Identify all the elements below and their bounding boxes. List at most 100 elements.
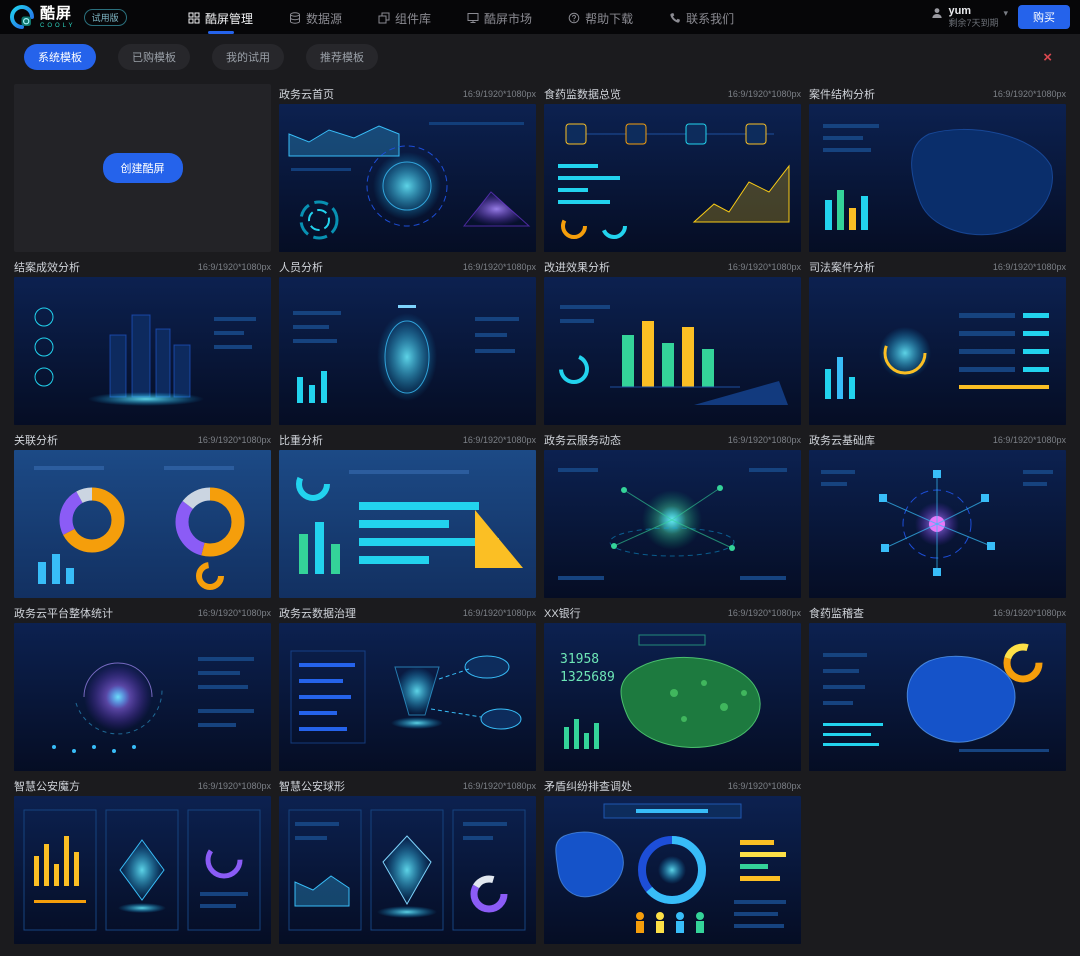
template-card[interactable]: 人员分析16:9/1920*1080px <box>279 257 536 425</box>
template-size: 16:9/1920*1080px <box>463 89 536 99</box>
template-size: 16:9/1920*1080px <box>993 435 1066 445</box>
template-card[interactable]: 政务云服务动态16:9/1920*1080px <box>544 430 801 598</box>
template-card-header: XX银行16:9/1920*1080px <box>544 603 801 623</box>
template-thumbnail[interactable] <box>544 277 801 425</box>
template-thumbnail[interactable] <box>809 104 1066 252</box>
template-title: 改进效果分析 <box>544 259 610 275</box>
template-card-header: 政务云数据治理16:9/1920*1080px <box>279 603 536 623</box>
user-expiry: 剩余7天到期 <box>948 18 998 29</box>
template-size: 16:9/1920*1080px <box>728 781 801 791</box>
components-icon <box>378 12 390 24</box>
nav-item-label: 联系我们 <box>686 10 734 27</box>
template-card[interactable]: 司法案件分析 16:9/1920*1080px <box>809 257 1066 425</box>
template-thumbnail[interactable] <box>279 277 536 425</box>
filter-tab-3[interactable]: 推荐模板 <box>306 44 378 70</box>
template-thumbnail[interactable] <box>14 623 271 771</box>
template-card-header: 关联分析16:9/1920*1080px <box>14 430 271 450</box>
template-card[interactable]: 结案成效分析16:9/1920*1080px <box>14 257 271 425</box>
template-thumbnail[interactable] <box>279 450 536 598</box>
nav-item-4[interactable]: 帮助下载 <box>568 1 633 34</box>
template-title: 政务云平台整体统计 <box>14 605 113 621</box>
template-card-header: 改进效果分析16:9/1920*1080px <box>544 257 801 277</box>
logo[interactable]: 酷屏 COOLY 试用版 <box>10 5 160 29</box>
nav-item-label: 帮助下载 <box>585 10 633 27</box>
template-card-header: 智慧公安魔方16:9/1920*1080px <box>14 776 271 796</box>
template-thumbnail[interactable] <box>809 623 1066 771</box>
template-thumbnail[interactable] <box>544 450 801 598</box>
template-size: 16:9/1920*1080px <box>993 608 1066 618</box>
buy-button[interactable]: 购买 <box>1018 5 1070 29</box>
template-card-header: 结案成效分析16:9/1920*1080px <box>14 257 271 277</box>
template-card[interactable]: 比重分析16:9/1920*1080px <box>279 430 536 598</box>
template-card[interactable]: 矛盾纠纷排查调处 16:9/1920*1080px <box>544 776 801 944</box>
template-title: 政务云服务动态 <box>544 432 621 448</box>
template-card[interactable]: 政务云平台整体统计 16:9/1920*1080px <box>14 603 271 771</box>
template-card[interactable]: 政务云首页16:9/1920*1080px <box>279 84 536 252</box>
nav-item-5[interactable]: 联系我们 <box>669 1 734 34</box>
filter-tab-0[interactable]: 系统模板 <box>24 44 96 70</box>
template-card[interactable]: 食药监稽查 16:9/1920*1080px <box>809 603 1066 771</box>
template-title: XX银行 <box>544 605 581 621</box>
filter-tab-1[interactable]: 已购模板 <box>118 44 190 70</box>
template-thumbnail[interactable] <box>809 450 1066 598</box>
template-title: 矛盾纠纷排查调处 <box>544 778 632 794</box>
template-card[interactable]: 智慧公安魔方16:9/1920*1080px <box>14 776 271 944</box>
template-card[interactable]: 案件结构分析16:9/1920*1080px <box>809 84 1066 252</box>
template-card[interactable]: 智慧公安球形 16:9/1920*1080px <box>279 776 536 944</box>
template-thumbnail[interactable] <box>279 623 536 771</box>
cooly-logo-icon <box>10 5 34 29</box>
template-card[interactable]: 政务云基础库16:9/1920*1080px <box>809 430 1066 598</box>
create-cooly-button[interactable]: 创建酷屏 <box>103 153 183 183</box>
filter-tab-2[interactable]: 我的试用 <box>212 44 284 70</box>
nav-item-3[interactable]: 酷屏市场 <box>467 1 532 34</box>
close-icon[interactable]: × <box>1039 50 1056 65</box>
template-thumbnail[interactable] <box>544 796 801 944</box>
nav-item-2[interactable]: 组件库 <box>378 1 431 34</box>
chevron-down-icon: ▾ <box>1003 8 1008 19</box>
user-area: yum 剩余7天到期 ▾ 购买 <box>931 5 1070 29</box>
template-card-header: 人员分析16:9/1920*1080px <box>279 257 536 277</box>
template-card-header: 矛盾纠纷排查调处 16:9/1920*1080px <box>544 776 801 796</box>
logo-subtitle: COOLY <box>40 23 76 29</box>
template-card[interactable]: 改进效果分析16:9/1920*1080px <box>544 257 801 425</box>
filter-tabs: 系统模板已购模板我的试用推荐模板 <box>24 44 1039 70</box>
user-menu[interactable]: yum 剩余7天到期 ▾ <box>931 5 1008 29</box>
template-thumbnail[interactable] <box>14 796 271 944</box>
nav-item-label: 数据源 <box>306 10 342 27</box>
phone-icon <box>669 12 681 24</box>
template-thumbnail[interactable] <box>279 104 536 252</box>
template-title: 案件结构分析 <box>809 86 875 102</box>
template-card[interactable]: 食药监数据总览16:9/1920*1080px <box>544 84 801 252</box>
template-title: 智慧公安魔方 <box>14 778 80 794</box>
user-icon <box>931 5 943 24</box>
nav-item-1[interactable]: 数据源 <box>289 1 342 34</box>
nav-item-label: 组件库 <box>395 10 431 27</box>
topbar: 酷屏 COOLY 试用版 酷屏管理 数据源 组件库 酷屏市场 帮助下载 联系我们 yum … <box>0 0 1080 34</box>
template-thumbnail[interactable] <box>279 796 536 944</box>
template-title: 智慧公安球形 <box>279 778 345 794</box>
template-title: 结案成效分析 <box>14 259 80 275</box>
template-card-header: 司法案件分析 16:9/1920*1080px <box>809 257 1066 277</box>
nav-item-0[interactable]: 酷屏管理 <box>188 1 253 34</box>
template-size: 16:9/1920*1080px <box>198 608 271 618</box>
template-title: 食药监稽查 <box>809 605 864 621</box>
template-thumbnail[interactable] <box>14 450 271 598</box>
template-thumbnail[interactable]: 319581325689 <box>544 623 801 771</box>
template-title: 政务云数据治理 <box>279 605 356 621</box>
template-thumbnail[interactable] <box>544 104 801 252</box>
template-thumbnail[interactable] <box>14 277 271 425</box>
template-card[interactable]: XX银行16:9/1920*1080px319581325689 <box>544 603 801 771</box>
template-card[interactable]: 关联分析16:9/1920*1080px <box>14 430 271 598</box>
template-size: 16:9/1920*1080px <box>198 435 271 445</box>
template-title: 司法案件分析 <box>809 259 875 275</box>
filter-bar: 系统模板已购模板我的试用推荐模板 × <box>0 34 1080 76</box>
template-size: 16:9/1920*1080px <box>993 262 1066 272</box>
template-card[interactable]: 政务云数据治理16:9/1920*1080px <box>279 603 536 771</box>
trial-badge: 试用版 <box>84 9 127 26</box>
market-icon <box>467 12 479 24</box>
template-thumbnail[interactable] <box>809 277 1066 425</box>
template-card-header: 政务云首页16:9/1920*1080px <box>279 84 536 104</box>
template-title: 食药监数据总览 <box>544 86 621 102</box>
template-size: 16:9/1920*1080px <box>463 781 536 791</box>
svg-text:1325689: 1325689 <box>560 670 615 685</box>
